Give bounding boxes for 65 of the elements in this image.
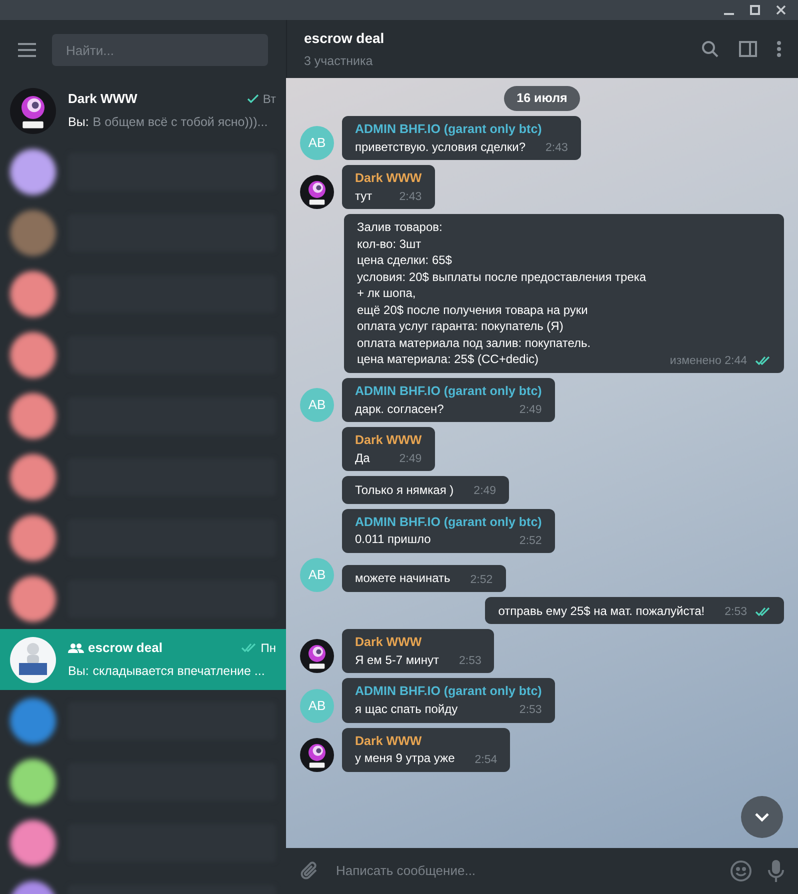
menu-icon[interactable]: [18, 43, 36, 57]
message-text: Я ем 5-7 минут: [355, 652, 440, 668]
chat-preview: В общем всё с тобой ясно)))...: [92, 114, 268, 132]
search-field[interactable]: Найти...: [52, 34, 268, 66]
initials-avatar: AB: [300, 388, 334, 422]
message-time: 2:49: [399, 452, 422, 467]
message-time: 2:52: [519, 534, 542, 548]
logo-avatar: [300, 175, 334, 210]
message-text: я щас спать пойду: [355, 701, 458, 718]
chat-title: escrow deal: [304, 28, 386, 48]
chat-name: escrow deal: [88, 638, 164, 657]
more-icon[interactable]: [777, 41, 781, 57]
message-text: можете начинать: [355, 570, 450, 587]
message-time: изменено 2:44: [670, 354, 747, 368]
maximize-icon[interactable]: [750, 5, 760, 15]
logo-avatar: [10, 88, 56, 134]
message-time: 2:53: [459, 654, 482, 669]
message-text: тут: [355, 188, 372, 204]
message-field[interactable]: Написать сообщение...: [336, 861, 714, 881]
preview-sender: Вы:: [68, 663, 89, 680]
message-text: 0.011 пришло: [355, 531, 431, 548]
chat-name: Dark WWW: [68, 90, 138, 108]
sender-name: Dark WWW: [355, 634, 423, 650]
message-time: 2:49: [474, 484, 496, 500]
message-time: 2:49: [519, 402, 542, 418]
sender-name: ADMIN BHF.IO (garant only btc): [355, 514, 542, 530]
message-text: Залив товаров: кол-во: 3шт цена сделки: 65$ условия: 20$ выплаты после предоставления трека + лк шопа, ещё 20$ после получения товара на руки оплата услуг гаранта: покупатель (Я) оплата материала под залив: покупатель. цена материала: 25$ (CC+dedic): [357, 219, 648, 368]
sender-name: Dark WWW: [355, 432, 422, 448]
close-icon[interactable]: [776, 5, 786, 15]
sender-name: Dark WWW: [355, 170, 422, 186]
message-time: 2:54: [474, 752, 498, 768]
initials-avatar: AB: [300, 126, 334, 160]
side-panel-icon[interactable]: [739, 41, 757, 57]
initials-avatar: AB: [300, 688, 334, 722]
sender-name: ADMIN BHF.IO (garant only btc): [355, 382, 542, 399]
message-time: 2:43: [546, 140, 568, 156]
date-badge: 16 июля: [504, 86, 580, 111]
chat-subtitle: 3 участника: [304, 52, 374, 70]
group-icon: [68, 642, 84, 653]
logo-avatar: [300, 639, 334, 674]
message-text: приветствую. условия сделки?: [355, 138, 526, 155]
message-text: дарк. согласен?: [355, 400, 444, 417]
message-text: отправь ему 25$ на мат. пожалуйста!: [498, 602, 705, 619]
message-text: у меня 9 утра уже: [355, 750, 455, 767]
logo-avatar: [300, 738, 334, 772]
message-time: 2:43: [399, 190, 422, 205]
initials-avatar: AB: [300, 558, 334, 592]
message-time: 2:52: [470, 572, 493, 588]
sender-name: ADMIN BHF.IO (garant only btc): [355, 120, 543, 137]
message-text: Да: [355, 450, 370, 466]
chat-time: Пн: [260, 640, 276, 657]
mascot-avatar: [10, 636, 56, 682]
sender-name: ADMIN BHF.IO (garant only btc): [355, 683, 542, 700]
sender-name: Dark WWW: [355, 732, 423, 748]
chat-time: Вт: [262, 90, 276, 108]
message-time: 2:53: [519, 703, 542, 718]
message-time: 2:53: [724, 604, 747, 620]
chevron-down-icon: [754, 812, 770, 822]
preview-sender: Вы:: [68, 114, 89, 132]
scroll-down-button[interactable]: [741, 796, 783, 838]
search-icon[interactable]: [701, 40, 719, 58]
message-text: Только я нямкая ): [355, 482, 454, 498]
microphone-icon[interactable]: [768, 859, 784, 883]
chat-preview: складывается впечатление ...: [92, 663, 265, 680]
emoji-icon[interactable]: [730, 860, 752, 882]
